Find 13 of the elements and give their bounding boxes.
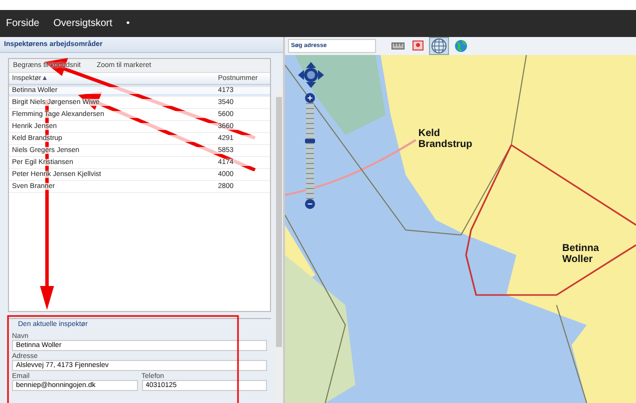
ruler-tool-button[interactable]: [389, 40, 407, 52]
map-area-label: Keld Brandstrup: [418, 128, 472, 150]
nav-link[interactable]: •: [126, 18, 130, 29]
nav-link[interactable]: Oversigtskort: [53, 18, 112, 29]
zoom-slider-thumb[interactable]: [305, 139, 315, 144]
grid-tool-button[interactable]: [429, 37, 449, 55]
zoom-slider[interactable]: [306, 103, 314, 199]
pin-tool-button[interactable]: [410, 39, 426, 53]
nav-link[interactable]: Forside: [6, 18, 40, 29]
pan-control[interactable]: [297, 61, 325, 89]
globe-tool-button[interactable]: [452, 38, 470, 54]
scrollbar[interactable]: [275, 89, 283, 399]
map-area-label: Betinna Woller: [562, 242, 599, 265]
